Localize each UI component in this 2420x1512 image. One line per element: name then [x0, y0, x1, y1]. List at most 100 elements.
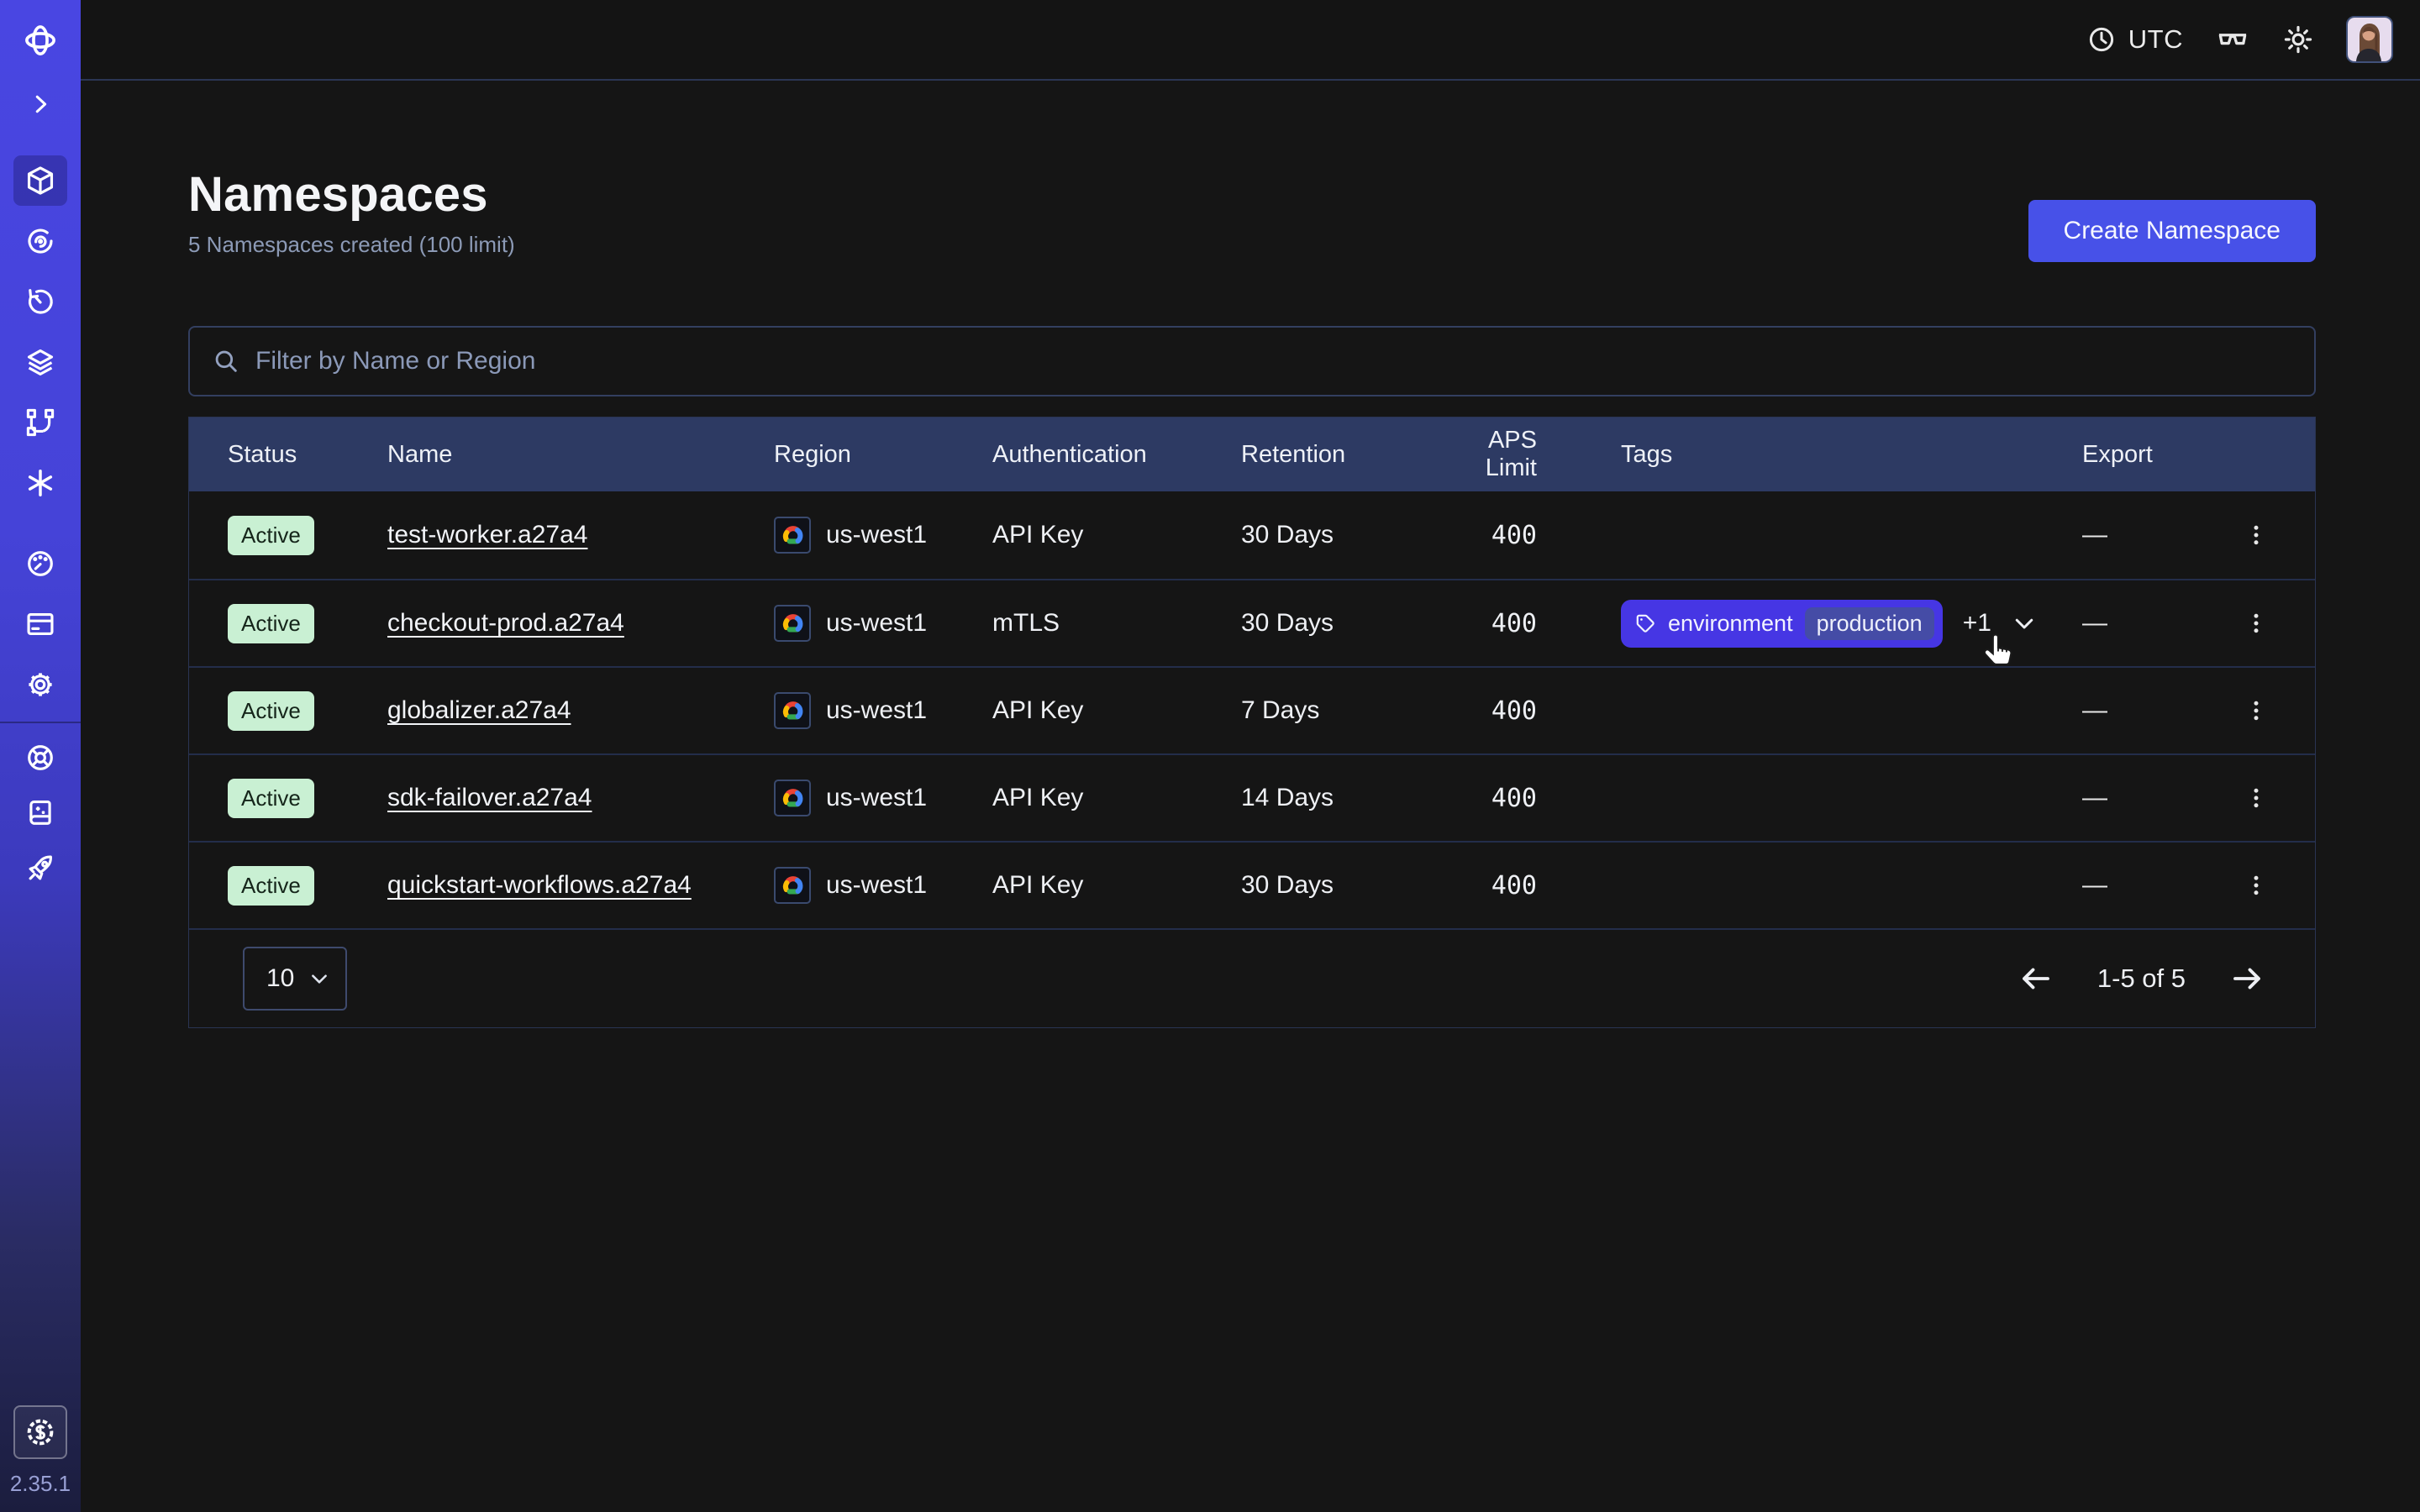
authentication-label: mTLS [992, 609, 1241, 638]
clock-icon [2086, 24, 2117, 55]
table-row[interactable]: Active sdk-failover.a27a4 us-west1 API K… [189, 753, 2315, 841]
namespace-link[interactable]: globalizer.a27a4 [387, 696, 571, 724]
glasses-icon [2215, 22, 2250, 57]
table-row[interactable]: Active globalizer.a27a4 us-west1 API Key… [189, 666, 2315, 753]
sidebar-divider [0, 722, 81, 723]
tag-value: production [1805, 607, 1934, 640]
retention-label: 30 Days [1241, 609, 1431, 638]
arrow-right-icon [2229, 961, 2265, 996]
tag-key: environment [1668, 611, 1793, 637]
row-menu-button[interactable] [2238, 512, 2275, 559]
timer-icon [24, 286, 56, 318]
page-title: Namespaces [188, 168, 515, 222]
row-menu-button[interactable] [2238, 600, 2275, 647]
sidebar-item-nexus[interactable] [0, 392, 81, 453]
theme-toggle-button[interactable] [2282, 24, 2314, 55]
main-content: Namespaces 5 Namespaces created (100 lim… [81, 81, 2420, 1512]
region-label: us-west1 [826, 696, 927, 725]
sidebar-item-workflows[interactable] [0, 211, 81, 271]
timezone-selector[interactable]: UTC [2086, 24, 2183, 55]
retention-label: 14 Days [1241, 784, 1431, 812]
sidebar-nav-help [0, 730, 81, 896]
sidebar-item-docs[interactable] [0, 785, 81, 841]
labs-button[interactable] [2215, 22, 2250, 57]
table-row[interactable]: Active quickstart-workflows.a27a4 us-wes… [189, 841, 2315, 928]
export-value: — [2082, 696, 2107, 725]
branch-icon [24, 407, 56, 438]
layers-icon [24, 346, 56, 378]
table-row[interactable]: Active test-worker.a27a4 us-west1 API Ke… [189, 491, 2315, 579]
gauge-icon [24, 548, 56, 580]
row-menu-button[interactable] [2238, 774, 2275, 822]
namespace-link[interactable]: quickstart-workflows.a27a4 [387, 871, 692, 899]
sidebar-item-schedules[interactable] [0, 271, 81, 332]
book-icon [24, 797, 56, 829]
authentication-label: API Key [992, 521, 1241, 549]
status-badge: Active [228, 866, 314, 906]
sidebar-item-namespaces[interactable] [0, 150, 81, 211]
col-header-name: Name [387, 441, 774, 469]
lifebuoy-icon [24, 742, 56, 774]
avatar-image [2348, 18, 2391, 61]
gear-icon [24, 669, 56, 701]
region-label: us-west1 [826, 871, 927, 900]
aps-limit-value: 400 [1431, 521, 1537, 550]
chevron-right-icon [28, 92, 53, 117]
chevron-down-icon [2012, 611, 2037, 636]
chevron-down-icon [308, 968, 330, 990]
filter-input[interactable] [255, 347, 2292, 375]
retention-label: 30 Days [1241, 871, 1431, 900]
sidebar-expand-button[interactable] [0, 81, 81, 128]
status-badge: Active [228, 779, 314, 818]
namespace-link[interactable]: test-worker.a27a4 [387, 521, 587, 549]
col-header-tags: Tags [1537, 441, 2070, 469]
sidebar-item-getting-started[interactable] [0, 841, 81, 896]
authentication-label: API Key [992, 696, 1241, 725]
temporal-logo-icon[interactable] [0, 0, 81, 81]
aps-limit-value: 400 [1431, 784, 1537, 813]
col-header-retention: Retention [1241, 441, 1431, 469]
sun-icon [2282, 24, 2314, 55]
row-menu-button[interactable] [2238, 687, 2275, 734]
previous-page-button[interactable] [2018, 961, 2054, 996]
namespace-link[interactable]: sdk-failover.a27a4 [387, 784, 592, 811]
tag-badge[interactable]: environment production [1621, 600, 1943, 648]
export-value: — [2082, 871, 2107, 900]
sidebar-item-batch-operations[interactable] [0, 453, 81, 513]
sidebar-item-billing[interactable] [0, 594, 81, 654]
row-menu-button[interactable] [2238, 862, 2275, 909]
col-header-status: Status [228, 441, 387, 469]
sidebar-item-support[interactable] [0, 730, 81, 785]
sidebar-nav-account [0, 533, 81, 715]
tags-cell: environmentproduction+1 [1537, 600, 2070, 648]
sidebar: 2.35.1 [0, 0, 81, 1512]
export-value: — [2082, 521, 2107, 549]
table-body: Active test-worker.a27a4 us-west1 API Ke… [189, 491, 2315, 928]
col-header-region: Region [774, 441, 992, 469]
next-page-button[interactable] [2229, 961, 2265, 996]
namespace-link[interactable]: checkout-prod.a27a4 [387, 609, 624, 637]
kebab-icon [2244, 873, 2269, 898]
retention-label: 7 Days [1241, 696, 1431, 725]
user-avatar[interactable] [2346, 16, 2393, 63]
authentication-label: API Key [992, 784, 1241, 812]
region-label: us-west1 [826, 521, 927, 549]
col-header-authentication: Authentication [992, 441, 1241, 469]
create-namespace-button[interactable]: Create Namespace [2028, 200, 2316, 262]
page-size-select[interactable]: 10 [243, 947, 347, 1011]
sidebar-item-usage[interactable] [0, 533, 81, 594]
namespaces-table: Status Name Region Authentication Retent… [188, 417, 2316, 1028]
gcp-region-icon [774, 780, 811, 816]
status-badge: Active [228, 516, 314, 555]
page-size-value: 10 [266, 964, 294, 993]
sidebar-item-deployments[interactable] [0, 332, 81, 392]
table-row[interactable]: Active checkout-prod.a27a4 us-west1 mTLS… [189, 579, 2315, 666]
pricing-badge-button[interactable] [13, 1405, 67, 1459]
billing-card-icon [24, 608, 56, 640]
tag-icon [1634, 612, 1656, 634]
arrow-left-icon [2018, 961, 2054, 996]
tags-expand-button[interactable] [2012, 611, 2037, 636]
version-label: 2.35.1 [10, 1471, 71, 1497]
sidebar-item-settings[interactable] [0, 654, 81, 715]
kebab-icon [2244, 611, 2269, 636]
